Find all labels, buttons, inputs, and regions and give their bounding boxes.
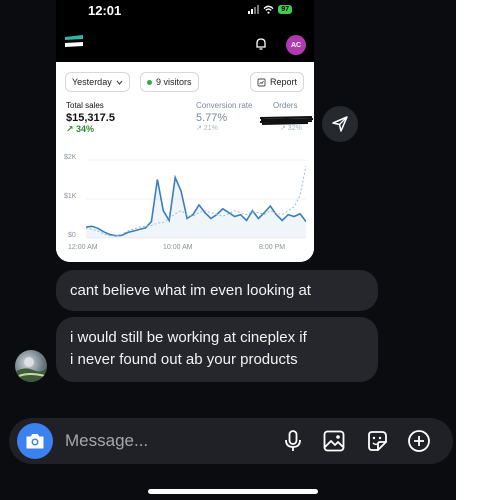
avatar-image xyxy=(15,357,47,382)
screenshot-status-area: 12:01 97 AC xyxy=(56,0,314,62)
sender-avatar[interactable] xyxy=(15,350,47,382)
bell-icon[interactable] xyxy=(254,37,268,51)
share-button[interactable] xyxy=(322,106,358,142)
message-text: cant believe what im even looking at xyxy=(70,281,311,299)
orders-change: ↗ 32% xyxy=(280,125,302,132)
date-filter-label: Yesterday xyxy=(72,77,112,87)
sticker-icon[interactable] xyxy=(365,429,389,453)
report-button[interactable]: Report xyxy=(250,72,305,92)
sales-line-chart xyxy=(86,159,306,239)
camera-button[interactable] xyxy=(17,423,53,459)
status-icons: 97 xyxy=(248,5,292,14)
message-input[interactable] xyxy=(65,428,265,454)
conversion-value: 5.77% xyxy=(196,112,228,124)
message-text-line: i would still be working at cineplex if xyxy=(70,329,307,346)
series-area xyxy=(86,177,306,238)
y-tick-label: $1K xyxy=(64,193,77,200)
total-sales-label: Total sales xyxy=(66,101,104,110)
report-label: Report xyxy=(270,77,298,87)
microphone-icon[interactable] xyxy=(281,429,305,453)
signal-icon xyxy=(248,5,260,14)
total-sales-change: ↗ 34% xyxy=(66,124,95,134)
camera-icon xyxy=(26,434,44,449)
blank-margin xyxy=(456,0,500,500)
x-tick-label: 12:00 AM xyxy=(68,244,98,251)
orders-label: Orders xyxy=(273,101,298,110)
chevron-down-icon xyxy=(116,80,123,85)
home-indicator[interactable] xyxy=(148,489,318,494)
analytics-card: Yesterday 9 visitors Report Total sales … xyxy=(56,62,314,262)
report-icon xyxy=(257,78,266,86)
visitors-badge[interactable]: 9 visitors xyxy=(140,72,199,92)
message-text-line: i never found out ab your products xyxy=(70,351,298,368)
app-logo-icon xyxy=(65,35,83,47)
conversion-change: ↗ 21% xyxy=(196,125,218,132)
message-bubble[interactable]: cant believe what im even looking at xyxy=(56,270,378,311)
conversion-label: Conversion rate xyxy=(196,101,253,110)
send-icon xyxy=(332,116,348,132)
visitors-label: 9 visitors xyxy=(156,77,192,87)
account-avatar[interactable]: AC xyxy=(286,35,306,55)
live-dot-icon xyxy=(147,79,152,85)
y-tick-label: $0 xyxy=(68,232,76,239)
shared-screenshot[interactable]: 12:01 97 AC Yesterday 9 visitors Report … xyxy=(56,0,314,262)
battery-badge: 97 xyxy=(278,5,292,14)
y-tick-label: $2K xyxy=(64,154,77,161)
message-composer xyxy=(9,418,453,464)
chat-screen: 12:01 97 AC Yesterday 9 visitors Report … xyxy=(0,0,456,500)
image-icon[interactable] xyxy=(322,429,346,453)
message-bubble[interactable]: i would still be working at cineplex if … xyxy=(56,317,378,382)
total-sales-value: $15,317.5 xyxy=(66,112,115,124)
wifi-icon xyxy=(263,5,274,14)
x-tick-label: 8:00 PM xyxy=(259,244,286,251)
date-filter-button[interactable]: Yesterday xyxy=(65,72,130,92)
plus-icon[interactable] xyxy=(407,429,431,453)
x-tick-label: 10:00 AM xyxy=(163,244,193,251)
status-time: 12:01 xyxy=(88,3,122,18)
